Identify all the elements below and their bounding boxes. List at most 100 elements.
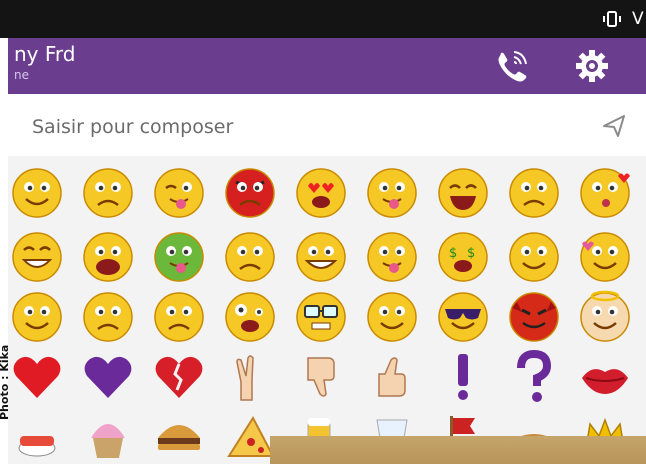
sick-green-emoji[interactable]: [152, 230, 206, 284]
cupcake-emoji[interactable]: [81, 408, 135, 462]
wink-tongue-emoji[interactable]: [152, 166, 206, 220]
sushi-emoji[interactable]: [10, 408, 64, 462]
crying-open-emoji[interactable]: [81, 230, 135, 284]
smirk-icon: [367, 292, 417, 342]
sushi-icon: [18, 436, 56, 457]
tongue-out-icon: [367, 168, 417, 218]
grinning-icon: [12, 232, 62, 282]
nervous-icon: [12, 292, 62, 342]
broken-heart-emoji[interactable]: [152, 350, 206, 404]
pizza-emoji[interactable]: [223, 408, 277, 462]
nerd-glasses-emoji[interactable]: [294, 290, 348, 344]
angel-emoji[interactable]: [578, 290, 632, 344]
sly-icon: [509, 232, 559, 282]
send-arrow-icon: [603, 115, 625, 137]
sick-green-icon: [154, 232, 204, 282]
cupcake-icon: [91, 424, 125, 458]
burger-emoji[interactable]: [152, 408, 206, 462]
sunglasses-emoji[interactable]: [436, 290, 490, 344]
call-button[interactable]: [490, 46, 534, 86]
kissing-heart-emoji[interactable]: [578, 166, 632, 220]
grinning-emoji[interactable]: [10, 230, 64, 284]
angry-red-icon: [225, 168, 275, 218]
grimace-shocked-emoji[interactable]: [507, 166, 561, 220]
status-bar: V: [0, 0, 646, 38]
tongue-out-2-emoji[interactable]: [365, 230, 419, 284]
burger-icon: [158, 425, 200, 450]
laughing-emoji[interactable]: [436, 166, 490, 220]
worried-emoji[interactable]: [223, 230, 277, 284]
thumbs-up-icon: [378, 357, 406, 397]
money-eyes-icon: $ $: [438, 232, 488, 282]
emoji-panel: $ $: [8, 156, 646, 464]
laughing-icon: [438, 168, 488, 218]
nerd-glasses-icon: [296, 292, 346, 342]
exclamation-emoji[interactable]: [436, 350, 490, 404]
unamused-emoji[interactable]: [81, 290, 135, 344]
blushing-heart-icon: [580, 232, 630, 282]
purple-heart-icon: [84, 356, 132, 398]
red-heart-icon: [13, 356, 61, 398]
compose-bar: [8, 94, 646, 157]
question-emoji[interactable]: [507, 350, 561, 404]
photo-cardboard-edge: [270, 436, 646, 464]
heart-eyes-icon: [296, 168, 346, 218]
pout-emoji[interactable]: [81, 166, 135, 220]
contact-name[interactable]: ny Frd: [14, 42, 75, 66]
thumbs-down-icon: [307, 357, 335, 397]
question-icon: [517, 350, 552, 402]
pout-icon: [83, 168, 133, 218]
conversation-header: ny Frd ne: [8, 38, 646, 94]
grimace-shocked-icon: [509, 168, 559, 218]
svg-text:$: $: [467, 246, 475, 261]
nervous-emoji[interactable]: [10, 290, 64, 344]
broken-heart-icon: [155, 356, 203, 398]
sly-emoji[interactable]: [507, 230, 561, 284]
settings-button[interactable]: [570, 46, 614, 86]
contact-status: ne: [14, 68, 29, 82]
viber-call-icon: [498, 51, 527, 82]
vibrate-icon: [603, 11, 621, 27]
crazy-icon: [225, 292, 275, 342]
heart-eyes-emoji[interactable]: [294, 166, 348, 220]
victory-hand-icon: [236, 355, 254, 401]
worried-icon: [225, 232, 275, 282]
blushing-heart-emoji[interactable]: [578, 230, 632, 284]
exclamation-icon: [458, 354, 468, 400]
smile-wide-eyes-emoji[interactable]: [10, 166, 64, 220]
send-button[interactable]: [600, 112, 628, 140]
tongue-out-2-icon: [367, 232, 417, 282]
crying-open-icon: [83, 232, 133, 282]
money-eyes-emoji[interactable]: $ $: [436, 230, 490, 284]
big-grin-teeth-emoji[interactable]: [294, 230, 348, 284]
purple-heart-emoji[interactable]: [81, 350, 135, 404]
status-icons: V: [602, 6, 646, 32]
sunglasses-icon: [438, 292, 488, 342]
tongue-out-emoji[interactable]: [365, 166, 419, 220]
kissing-heart-icon: [580, 168, 630, 218]
crazy-emoji[interactable]: [223, 290, 277, 344]
sad-icon: [154, 292, 204, 342]
unamused-icon: [83, 292, 133, 342]
smile-wide-eyes-icon: [12, 168, 62, 218]
devil-emoji[interactable]: [507, 290, 561, 344]
big-grin-teeth-icon: [296, 232, 346, 282]
angry-red-emoji[interactable]: [223, 166, 277, 220]
sad-emoji[interactable]: [152, 290, 206, 344]
red-heart-emoji[interactable]: [10, 350, 64, 404]
thumbs-down-emoji[interactable]: [294, 350, 348, 404]
angel-icon: [580, 290, 630, 342]
gear-icon: [576, 50, 608, 82]
smirk-emoji[interactable]: [365, 290, 419, 344]
message-input[interactable]: [32, 112, 572, 142]
thumbs-up-emoji[interactable]: [365, 350, 419, 404]
pizza-icon: [227, 416, 275, 457]
devil-icon: [509, 292, 559, 342]
lips-icon: [582, 369, 628, 394]
victory-hand-emoji[interactable]: [223, 350, 277, 404]
photo-credit: Photo : Kika: [0, 344, 11, 420]
svg-text:$: $: [449, 246, 457, 261]
lips-emoji[interactable]: [578, 350, 632, 404]
network-indicator: V: [632, 9, 644, 29]
wink-tongue-icon: [154, 168, 204, 218]
